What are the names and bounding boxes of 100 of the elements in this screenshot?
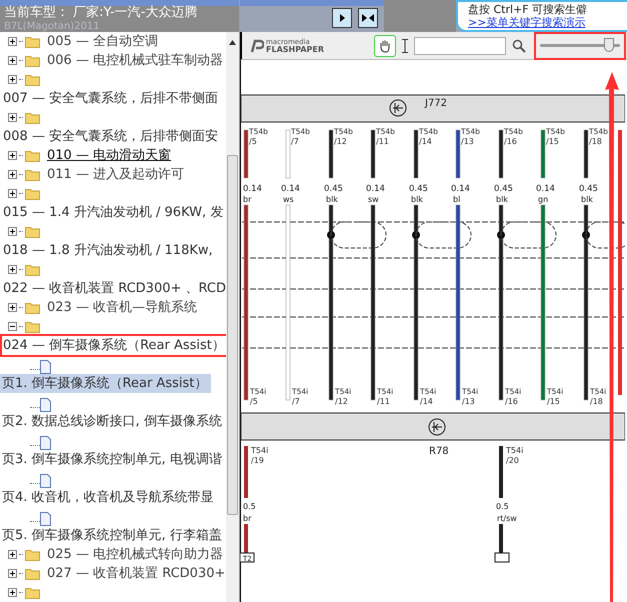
wire-size: 0.14 [536, 184, 555, 194]
search-icon[interactable] [512, 38, 526, 52]
wire-code: gn [538, 195, 548, 204]
slider-thumb[interactable] [604, 38, 614, 52]
tree-item[interactable]: 010 — 电动滑动天窗 [47, 146, 172, 166]
pin-number: /16 [505, 397, 518, 406]
pin-number: /16 [504, 137, 517, 146]
search-field[interactable] [414, 36, 506, 54]
tree-item[interactable]: 015 — 1.4 升汽油发动机 / 96KW, 发 [2, 202, 224, 222]
page-icon [40, 360, 51, 374]
pin-number: /5 [250, 397, 258, 406]
page-icon [40, 398, 51, 412]
folder-icon [25, 263, 40, 276]
pin-number: /14 [419, 137, 432, 146]
folder-icon [25, 54, 40, 67]
ground-symbol-icon [390, 100, 406, 116]
last-page-button[interactable] [358, 8, 378, 28]
tree-item[interactable]: 022 — 收音机装置 RCD300+ 、RCD [2, 278, 226, 298]
folder-icon [25, 168, 40, 181]
pin-number: /5 [249, 137, 257, 146]
wire-code: ws [283, 195, 294, 204]
pin-number: /15 [546, 137, 559, 146]
folder-icon [25, 35, 40, 48]
expand-icon[interactable] [8, 550, 17, 559]
wire-code: br [243, 514, 252, 523]
expand-icon[interactable] [8, 170, 17, 179]
pin-number: /15 [547, 397, 560, 406]
tree-item[interactable]: 018 — 1.8 升汽油发动机 / 118Kw, [2, 240, 214, 260]
page-item[interactable]: 页5. 倒车摄像系统控制单元, 行李箱盖 [0, 526, 226, 546]
tree-item[interactable]: 008 — 安全气囊系统，后排带侧面安 [2, 126, 220, 146]
tree-item[interactable]: 006 — 电控机械式驻车制动器 [47, 50, 224, 70]
page-item[interactable]: 页1. 倒车摄像系统（Rear Assist） [0, 374, 212, 394]
page-item[interactable]: 页4. 收音机，收音机及导航系统带显 [0, 488, 218, 508]
scroll-up-icon[interactable] [229, 40, 236, 45]
folder-icon [25, 111, 40, 124]
tree-item[interactable]: 024 — 倒车摄像系统（Rear Assist） [2, 336, 226, 356]
scrollbar-thumb[interactable] [227, 155, 238, 515]
expand-icon[interactable] [8, 189, 17, 198]
component-label: R78 [429, 446, 449, 457]
expand-icon[interactable] [8, 227, 17, 236]
wire-size: 0.14 [451, 184, 470, 194]
wire-code: blk [326, 195, 338, 204]
collapse-icon[interactable] [8, 322, 17, 331]
pin-number: /13 [461, 137, 474, 146]
tree-item[interactable]: 027 — 收音机装置 RCD030+ [47, 564, 226, 584]
page-item[interactable]: 页3. 倒车摄像系统控制单元, 电视调谐 [0, 450, 226, 470]
expand-icon[interactable] [8, 75, 17, 84]
wire [244, 524, 248, 553]
pin-number: /18 [589, 137, 602, 146]
folder-icon [25, 73, 40, 86]
folder-icon [25, 567, 40, 580]
folder-icon [25, 301, 40, 314]
double-arrow-icon [362, 14, 374, 22]
pin-number: /12 [334, 137, 347, 146]
wire-code: blk [496, 195, 508, 204]
wire-code: rt/sw [497, 514, 517, 523]
text-cursor-icon[interactable] [402, 38, 408, 52]
tip-text: 盘按 Ctrl+F 可搜索生僻 [468, 3, 588, 16]
tree-item[interactable]: 023 — 收音机—导航系统 [47, 298, 198, 318]
expand-icon[interactable] [8, 588, 17, 597]
wire-size: 0.5 [243, 502, 256, 511]
wire-size: 0.45 [324, 184, 343, 194]
expand-icon[interactable] [8, 569, 17, 578]
wire [499, 446, 503, 498]
zoom-slider[interactable] [536, 34, 624, 58]
tree-item[interactable]: 011 — 进入及起动许可 [47, 164, 184, 184]
expand-icon[interactable] [8, 37, 17, 46]
play-icon [338, 14, 346, 22]
pin-label: T54i [251, 446, 268, 455]
wire-size: 0.14 [281, 184, 300, 194]
expand-icon[interactable] [8, 56, 17, 65]
vehicle-title: 当前车型： 厂家:Y-一汽-大众迈腾 [4, 6, 198, 20]
tree-item[interactable]: 007 — 安全气囊系统，后排不带侧面 [2, 88, 220, 108]
pin-number: /12 [335, 397, 348, 406]
page-item[interactable]: 页2. 数据总线诊断接口, 倒车摄像系统 [0, 412, 226, 432]
wire-code: blk [411, 195, 423, 204]
tree-item[interactable]: 025 — 电控机械式转向助力器 [47, 544, 224, 564]
folder-icon [25, 187, 40, 200]
scrollbar[interactable] [226, 32, 239, 602]
expand-icon[interactable] [8, 303, 17, 312]
pin-number: /7 [292, 397, 300, 406]
wire-size: 0.45 [409, 184, 428, 194]
pin-number: /11 [377, 397, 390, 406]
next-page-button[interactable] [332, 8, 352, 28]
pin-number: /18 [590, 397, 603, 406]
expand-icon[interactable] [8, 113, 17, 122]
search-demo-link[interactable]: >>菜单关键字搜索演示 [468, 16, 627, 29]
folder-icon [25, 225, 40, 238]
pin-number: /13 [462, 397, 475, 406]
hand-icon [378, 38, 392, 52]
expand-icon[interactable] [8, 265, 17, 274]
component-label: J772 [425, 98, 448, 109]
tree-item[interactable]: 005 — 全自动空调 [47, 32, 158, 52]
cartoon-placeholder [384, 0, 456, 32]
folder-icon [25, 149, 40, 162]
wire-code: sw [368, 195, 379, 204]
pin-label: T54i [506, 446, 524, 455]
page-icon [40, 436, 51, 450]
expand-icon[interactable] [8, 151, 17, 160]
hand-tool-button[interactable] [374, 34, 396, 56]
